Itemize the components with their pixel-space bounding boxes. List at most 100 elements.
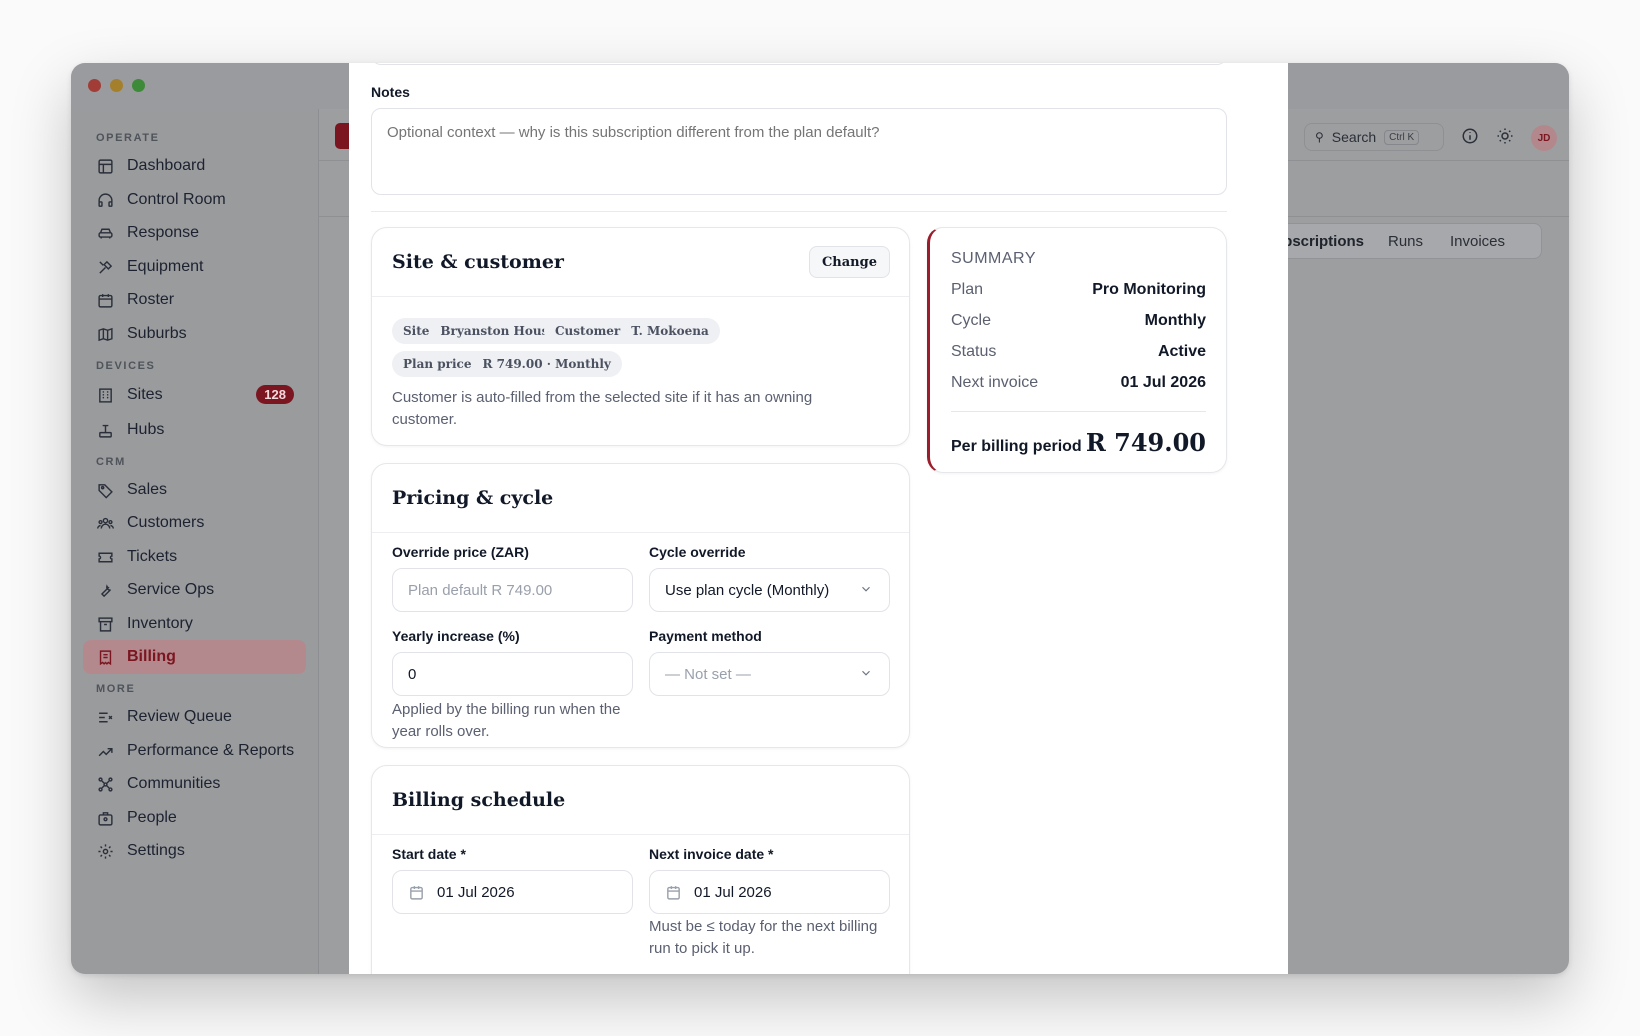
summary-title: SUMMARY: [951, 250, 1036, 267]
sidebar-item-label: Tickets: [127, 548, 178, 565]
sidebar-item-roster[interactable]: Roster: [83, 283, 306, 317]
sidebar-item-label: Settings: [127, 842, 185, 859]
chip-value: R 749.00 · Monthly: [482, 357, 611, 371]
notes-textarea[interactable]: [371, 108, 1227, 195]
summary-total-value: R 749.00: [1085, 428, 1206, 457]
search-button[interactable]: ⚲ Search Ctrl K: [1304, 123, 1444, 151]
headset-icon: [96, 191, 114, 209]
payment-method-value: — Not set —: [665, 665, 751, 683]
start-date-label: Start date *: [392, 846, 466, 862]
summary-row: Next invoice 01 Jul 2026: [951, 374, 1206, 392]
sidebar-item-billing[interactable]: Billing: [83, 640, 306, 674]
sidebar-section-title: MORE: [96, 683, 136, 695]
sidebar-section-title: OPERATE: [96, 132, 160, 144]
sidebar-item-inventory[interactable]: Inventory: [83, 607, 306, 641]
calendar-icon: [667, 885, 680, 900]
sidebar-item-label: Customers: [127, 514, 205, 531]
sidebar-item-label: Sites: [127, 386, 163, 403]
car-icon: [96, 224, 114, 242]
summary-total: Per billing period R 749.00: [951, 428, 1206, 457]
next-invoice-input[interactable]: 01 Jul 2026: [649, 870, 890, 914]
sidebar-item-sales[interactable]: Sales: [83, 473, 306, 507]
search-shortcut: Ctrl K: [1384, 129, 1420, 145]
divider: [371, 211, 1227, 212]
sidebar-item-customers[interactable]: Customers: [83, 506, 306, 540]
summary-value: Pro Monitoring: [1092, 281, 1206, 298]
payment-method-select[interactable]: — Not set —: [649, 652, 890, 696]
network-icon: [96, 775, 114, 793]
sidebar-item-service-ops[interactable]: Service Ops: [83, 573, 306, 607]
sidebar-item-dashboard[interactable]: Dashboard: [83, 149, 306, 183]
billing-tabs: ubscriptions Runs Invoices: [1274, 223, 1542, 259]
sidebar-item-label: Review Queue: [127, 708, 232, 725]
close-window-button[interactable]: [88, 79, 101, 92]
sidebar-item-people[interactable]: People: [83, 801, 306, 835]
yearly-increase-input[interactable]: 0: [392, 652, 633, 696]
chip-key: Plan price: [403, 357, 472, 371]
start-date-input[interactable]: 01 Jul 2026: [392, 870, 633, 914]
sites-count-badge: 128: [256, 385, 294, 404]
sidebar-item-label: Service Ops: [127, 581, 215, 598]
sidebar: OPERATE Dashboard Control Room Response …: [71, 109, 319, 974]
hub-icon: [96, 421, 114, 439]
trend-icon: [96, 742, 114, 760]
site-customer-help: Customer is auto-filled from the selecte…: [392, 389, 813, 428]
summary-value: 01 Jul 2026: [1120, 374, 1206, 391]
sidebar-item-label: Dashboard: [127, 157, 206, 174]
subscription-modal: Notes Site & customer Change SiteBryanst…: [349, 63, 1288, 974]
sidebar-item-performance-reports[interactable]: Performance & Reports: [83, 734, 306, 768]
search-label: Search: [1331, 129, 1377, 145]
sidebar-item-tickets[interactable]: Tickets: [83, 540, 306, 574]
sidebar-section-title: DEVICES: [96, 360, 156, 372]
dashboard-icon: [96, 157, 114, 175]
summary-value: Active: [1157, 343, 1206, 360]
sidebar-section-title: CRM: [96, 456, 126, 468]
sidebar-item-label: Control Room: [127, 191, 226, 208]
sidebar-item-suburbs[interactable]: Suburbs: [83, 317, 306, 351]
summary-key: Status: [951, 343, 997, 360]
summary-key: Cycle: [951, 312, 992, 329]
minimize-window-button[interactable]: [110, 79, 123, 92]
calendar-icon: [410, 885, 423, 900]
tab-runs[interactable]: Runs: [1388, 233, 1423, 250]
summary-key: Plan: [951, 281, 984, 298]
chip-key: Customer: [555, 324, 621, 338]
zoom-window-button[interactable]: [132, 79, 145, 92]
site-customer-card: Site & customer Change Site Bryanston Hou…: [371, 227, 910, 446]
cycle-override-select[interactable]: Use plan cycle (Monthly): [649, 568, 890, 612]
summary-row: Plan Pro Monitoring: [951, 281, 1206, 299]
tab-invoices[interactable]: Invoices: [1450, 233, 1505, 250]
queue-icon: [96, 708, 114, 726]
previous-field-edge: [371, 63, 1227, 65]
chevron-down-icon: [862, 670, 870, 676]
info-icon[interactable]: [1461, 127, 1479, 150]
sidebar-item-label: Suburbs: [127, 325, 187, 342]
sidebar-item-label: People: [127, 809, 177, 826]
override-price-input[interactable]: Plan default R 749.00: [392, 568, 633, 612]
sidebar-item-equipment[interactable]: Equipment: [83, 250, 306, 284]
cycle-override-label: Cycle override: [649, 544, 746, 560]
sidebar-item-control-room[interactable]: Control Room: [83, 183, 306, 217]
sidebar-item-communities[interactable]: Communities: [83, 767, 306, 801]
sidebar-item-settings[interactable]: Settings: [83, 834, 306, 868]
avatar[interactable]: JD: [1531, 125, 1557, 151]
next-invoice-help: Must be ≤ today for the next billing run…: [649, 918, 878, 957]
theme-toggle-icon[interactable]: [1496, 127, 1514, 150]
cycle-override-value: Use plan cycle (Monthly): [665, 581, 830, 599]
sidebar-item-label: Billing: [127, 648, 176, 665]
sidebar-item-label: Inventory: [127, 615, 193, 632]
summary-card: SUMMARY Plan Pro Monitoring Cycle Monthly …: [927, 227, 1227, 473]
sidebar-item-hubs[interactable]: Hubs: [83, 413, 306, 447]
yearly-increase-help: Applied by the billing run when the year…: [392, 701, 621, 740]
summary-divider: [951, 411, 1206, 412]
people-icon: [96, 809, 114, 827]
billing-schedule-card: Billing schedule Start date * 01 Jul 202…: [371, 765, 910, 974]
calendar-icon: [96, 291, 114, 309]
customer-chip: Customer T. Mokoena: [544, 318, 720, 344]
chip-key: Site: [403, 324, 430, 338]
sidebar-item-sites[interactable]: Sites 128: [83, 378, 306, 412]
change-button[interactable]: Change: [808, 246, 890, 278]
sidebar-item-review-queue[interactable]: Review Queue: [83, 700, 306, 734]
sidebar-item-response[interactable]: Response: [83, 216, 306, 250]
sidebar-item-label: Hubs: [127, 421, 165, 438]
